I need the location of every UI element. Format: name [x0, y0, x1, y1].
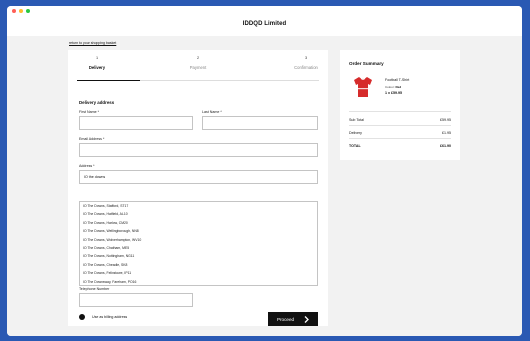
billing-address-label: Use as billing address: [92, 315, 128, 319]
last-name-field[interactable]: [202, 116, 318, 130]
suggestion-item[interactable]: IO The Downs, Wellingborough, NN8: [80, 227, 317, 235]
first-name-label: First Name *: [79, 110, 99, 114]
checkout-form-panel: 1 Delivery 2 Payment 3 Confirmation Deli…: [68, 50, 328, 326]
subtotal-value: £59.95: [440, 118, 451, 122]
maximize-window-button[interactable]: [26, 9, 30, 13]
telephone-field[interactable]: [79, 293, 193, 307]
divider: [349, 125, 451, 126]
suggestion-item[interactable]: IO The Downs, Chatham, ME5: [80, 244, 317, 252]
suggestion-item[interactable]: IO The Downs, Cheadle, SK8: [80, 261, 317, 269]
proceed-label: Proceed: [276, 316, 295, 322]
step-number: 1: [95, 56, 99, 60]
return-to-basket-link[interactable]: return to your shopping basket: [69, 41, 116, 45]
colour-value: Red: [395, 85, 402, 89]
chevron-right-icon: [304, 315, 309, 323]
delivery-cost-value: £1.95: [442, 131, 451, 135]
close-window-button[interactable]: [12, 9, 16, 13]
suggestion-item[interactable]: IO The Downsway, Fareham, PO16: [80, 278, 317, 286]
total-value: £61.90: [440, 144, 451, 148]
tshirt-image: [353, 76, 373, 98]
address-suggestions: IO The Downs, Stafford, ST17 IO The Down…: [79, 201, 318, 286]
checkout-page: return to your shopping basket 1 Deliver…: [7, 36, 522, 336]
progress-fill: [77, 80, 140, 81]
last-name-label: Last Name *: [202, 110, 222, 114]
suggestion-item[interactable]: IO The Downs, Nottingham, NG11: [80, 252, 317, 260]
step-label: Confirmation: [294, 65, 318, 70]
address-field[interactable]: [79, 170, 318, 184]
divider: [349, 138, 451, 139]
first-name-field[interactable]: [79, 116, 193, 130]
product-name: Football T-Shirt: [385, 78, 410, 82]
product-colour: Colour: Red: [385, 85, 401, 89]
step-label: Payment: [189, 65, 207, 70]
colour-label: Colour:: [385, 85, 395, 89]
order-summary-panel: Order Summary Football T-Shirt Colour: R…: [340, 50, 460, 160]
step-confirmation[interactable]: 3 Confirmation: [286, 56, 326, 70]
billing-address-radio[interactable]: [79, 314, 85, 320]
total-label: TOTAL: [349, 144, 361, 148]
delivery-cost-label: Delivery: [349, 131, 362, 135]
step-payment[interactable]: 2 Payment: [178, 56, 218, 70]
section-title: Delivery address: [79, 100, 115, 105]
step-number: 2: [196, 56, 200, 60]
step-label: Delivery: [88, 65, 106, 70]
store-title: IDDQD Limited: [242, 21, 287, 27]
browser-window: IDDQD Limited return to your shopping ba…: [7, 6, 522, 336]
window-controls: [12, 9, 30, 13]
suggestion-item[interactable]: IO The Downs, Felixstowe, IP11: [80, 269, 317, 277]
minimize-window-button[interactable]: [19, 9, 23, 13]
proceed-button[interactable]: Proceed: [268, 312, 318, 326]
title-bar: IDDQD Limited: [7, 6, 522, 36]
step-delivery[interactable]: 1 Delivery: [77, 56, 117, 70]
suggestion-item[interactable]: IO The Downs, Wolverhampton, WV10: [80, 236, 317, 244]
email-label: Email Address *: [79, 137, 105, 141]
checkout-steps: 1 Delivery 2 Payment 3 Confirmation: [68, 56, 328, 76]
product-price: 1 x £59.95: [385, 91, 402, 95]
subtotal-label: Sub Total: [349, 118, 364, 122]
suggestion-item[interactable]: IO The Downs, Stafford, ST17: [80, 202, 317, 210]
summary-title: Order Summary: [349, 61, 384, 66]
address-label: Address *: [79, 164, 95, 168]
suggestion-item[interactable]: IO The Downs, Harlow, CM20: [80, 219, 317, 227]
email-field[interactable]: [79, 143, 318, 157]
telephone-label: Telephone Number: [79, 287, 110, 291]
suggestion-item[interactable]: IO The Downs, Hatfield, AL10: [80, 210, 317, 218]
divider: [349, 111, 451, 112]
step-number: 3: [304, 56, 308, 60]
